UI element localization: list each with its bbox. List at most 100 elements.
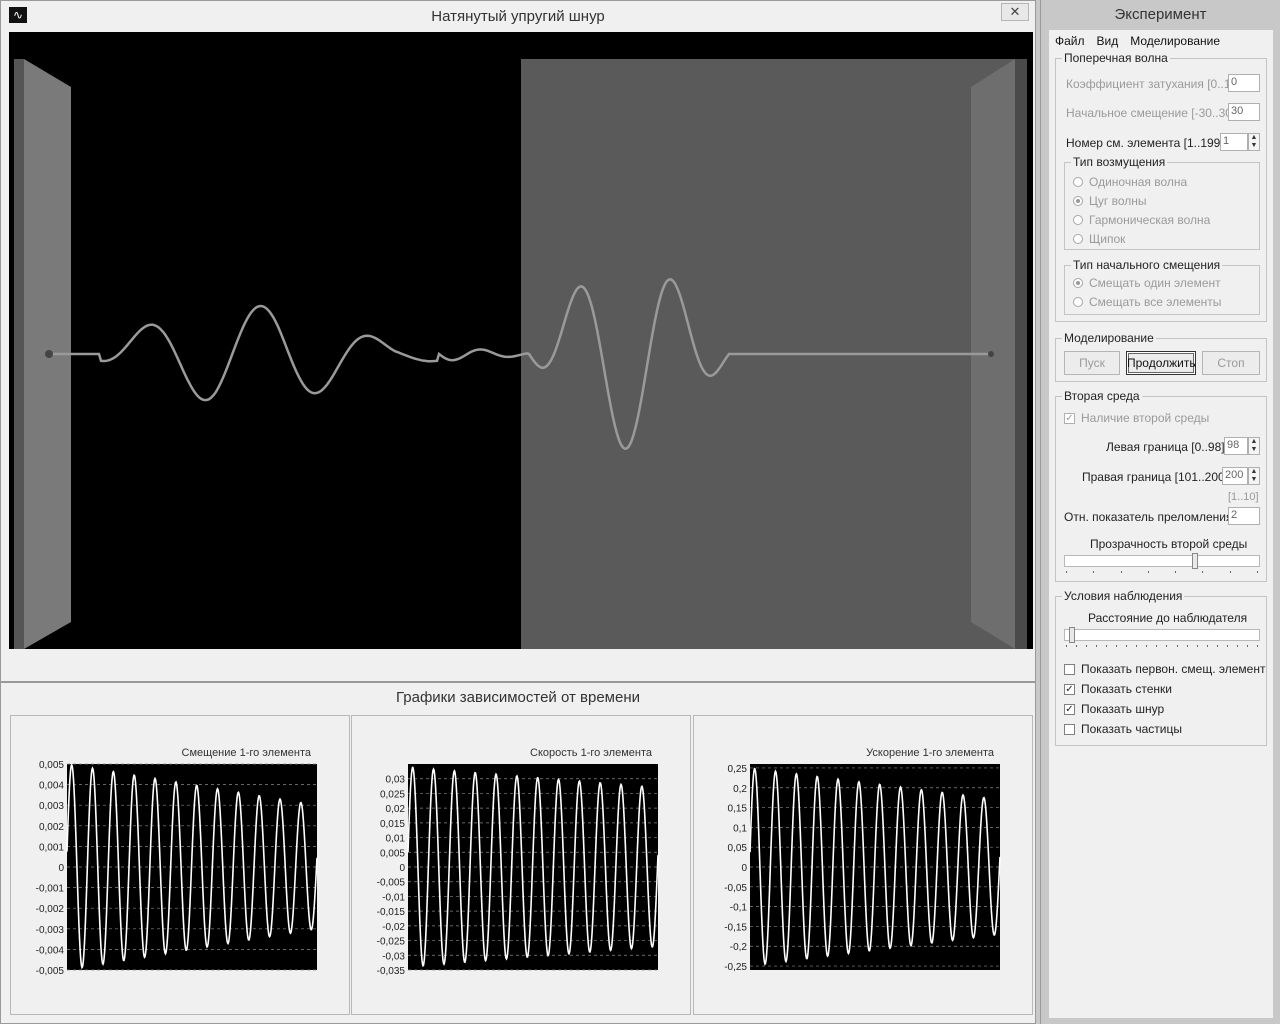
spin-down-icon[interactable]: ▼ bbox=[1249, 142, 1259, 150]
show-cord-check[interactable]: ✓ Показать шнур bbox=[1064, 702, 1164, 716]
y-tick-label: -0,2 bbox=[730, 942, 748, 953]
menu-file[interactable]: Файл bbox=[1049, 32, 1091, 52]
radio-label: Смещать один элемент bbox=[1089, 276, 1221, 290]
y-tick-label: -0,015 bbox=[377, 907, 406, 918]
radio-icon[interactable] bbox=[1073, 297, 1083, 307]
radio-shift-all[interactable]: Смещать все элементы bbox=[1073, 295, 1221, 309]
radio-label: Гармоническая волна bbox=[1089, 213, 1211, 227]
element-number-input[interactable]: 1 bbox=[1220, 133, 1248, 151]
slider-thumb-icon[interactable] bbox=[1192, 553, 1199, 569]
main-titlebar: ∿ Натянутый упругий шнур ✕ bbox=[1, 1, 1035, 31]
checkbox-checked-icon[interactable]: ✓ bbox=[1064, 683, 1075, 695]
wave-app-icon: ∿ bbox=[9, 7, 27, 23]
initial-shift-input[interactable]: 30 bbox=[1228, 103, 1260, 121]
checkbox-checked-icon[interactable]: ✓ bbox=[1064, 703, 1075, 715]
show-initial-shift-check[interactable]: Показать первон. смещ. элемент bbox=[1064, 662, 1265, 676]
stop-button[interactable]: Стоп bbox=[1202, 351, 1260, 375]
radio-icon[interactable] bbox=[1073, 177, 1083, 187]
y-tick-label: -0,15 bbox=[724, 922, 747, 933]
initial-shift-type-legend: Тип начального смещения bbox=[1071, 258, 1223, 272]
start-button[interactable]: Пуск bbox=[1064, 351, 1120, 375]
radio-shift-one[interactable]: Смещать один элемент bbox=[1073, 276, 1221, 290]
cord-scene bbox=[9, 32, 1033, 649]
radio-harmonic-wave[interactable]: Гармоническая волна bbox=[1073, 213, 1210, 227]
y-tick-label: 0,2 bbox=[733, 784, 747, 795]
distance-slider[interactable] bbox=[1064, 627, 1260, 643]
y-tick-label: 0 bbox=[399, 863, 405, 874]
y-tick-label: 0 bbox=[741, 863, 747, 874]
check-label: Показать стенки bbox=[1081, 682, 1172, 696]
disturbance-type-group: Тип возмущения Одиночная волна Цуг волны… bbox=[1064, 155, 1260, 250]
y-tick-label: 0,001 bbox=[39, 842, 64, 853]
spin-up-icon[interactable]: ▲ bbox=[1249, 438, 1259, 446]
radio-selected-icon[interactable] bbox=[1073, 278, 1083, 288]
modeling-group: Моделирование Пуск Продолжить Стоп bbox=[1055, 331, 1267, 382]
left-bound-input[interactable]: 98 bbox=[1224, 437, 1248, 455]
left-bound-spinner[interactable]: ▲ ▼ bbox=[1248, 437, 1260, 455]
y-tick-label: 0,05 bbox=[728, 843, 748, 854]
observation-legend: Условия наблюдения bbox=[1062, 589, 1185, 603]
spin-up-icon[interactable]: ▲ bbox=[1249, 134, 1259, 142]
left-wall-face bbox=[14, 59, 24, 649]
spin-down-icon[interactable]: ▼ bbox=[1249, 476, 1259, 484]
slider-thumb-icon[interactable] bbox=[1068, 627, 1075, 643]
y-tick-label: -0,03 bbox=[382, 951, 405, 962]
displacement-chart: Смещение 1-го элемента 0,005 0,004 0,003 0,0… bbox=[36, 747, 318, 977]
menu-view[interactable]: Вид bbox=[1091, 32, 1125, 52]
y-tick-label: -0,01 bbox=[382, 892, 405, 903]
radio-label: Смещать все элементы bbox=[1089, 295, 1222, 309]
continue-button[interactable]: Продолжить bbox=[1126, 351, 1196, 375]
experiment-panel: Эксперимент Файл Вид Моделирование Попер… bbox=[1040, 0, 1280, 1024]
y-tick-label: -0,05 bbox=[724, 883, 747, 894]
right-bound-spinner[interactable]: ▲ ▼ bbox=[1248, 467, 1260, 485]
second-medium-presence-check[interactable]: ✓ Наличие второй среды bbox=[1064, 411, 1209, 425]
check-label: Наличие второй среды bbox=[1081, 411, 1210, 425]
second-medium-legend: Вторая среда bbox=[1062, 389, 1142, 403]
element-number-spinner[interactable]: ▲ ▼ bbox=[1248, 133, 1260, 151]
radio-single-wave[interactable]: Одиночная волна bbox=[1073, 175, 1187, 189]
spin-up-icon[interactable]: ▲ bbox=[1249, 468, 1259, 476]
graphs-window: Графики зависимостей от времени Смещение… bbox=[0, 682, 1036, 1024]
y-tick-label: 0,1 bbox=[733, 823, 747, 834]
close-button[interactable]: ✕ bbox=[1001, 3, 1029, 21]
main-window-title: Натянутый упругий шнур bbox=[431, 7, 605, 25]
chart-title: Смещение 1-го элемента bbox=[182, 747, 312, 759]
transparency-slider[interactable] bbox=[1064, 553, 1260, 569]
y-tick-label: 0 bbox=[58, 863, 64, 874]
y-tick-label: 0,02 bbox=[386, 804, 406, 815]
menu-modeling[interactable]: Моделирование bbox=[1124, 32, 1226, 52]
y-tick-label: 0,002 bbox=[39, 822, 64, 833]
disturbance-type-legend: Тип возмущения bbox=[1071, 155, 1168, 169]
y-tick-label: 0,025 bbox=[380, 789, 405, 800]
y-tick-label: 0,003 bbox=[39, 801, 64, 812]
right-bound-input[interactable]: 200 bbox=[1222, 467, 1248, 485]
checkbox-icon[interactable] bbox=[1064, 663, 1075, 675]
check-label: Показать частицы bbox=[1081, 722, 1182, 736]
checkbox-checked-icon[interactable]: ✓ bbox=[1064, 412, 1075, 424]
damping-label: Коэффициент затухания [0..1] bbox=[1066, 77, 1234, 91]
radio-label: Щипок bbox=[1089, 232, 1126, 246]
radio-wave-train[interactable]: Цуг волны bbox=[1073, 194, 1147, 208]
y-tick-label: -0,025 bbox=[377, 937, 406, 948]
radio-pluck[interactable]: Щипок bbox=[1073, 232, 1125, 246]
refraction-input[interactable]: 2 bbox=[1228, 507, 1260, 525]
show-walls-check[interactable]: ✓ Показать стенки bbox=[1064, 682, 1172, 696]
modeling-legend: Моделирование bbox=[1062, 331, 1156, 345]
y-tick-label: -0,003 bbox=[36, 925, 65, 936]
damping-input[interactable]: 0 bbox=[1228, 74, 1260, 92]
second-medium-group: Вторая среда ✓ Наличие второй среды Левая… bbox=[1055, 389, 1267, 582]
y-tick-label: -0,1 bbox=[730, 903, 748, 914]
y-tick-label: -0,001 bbox=[36, 884, 65, 895]
y-tick-label: -0,002 bbox=[36, 904, 65, 915]
show-particles-check[interactable]: Показать частицы bbox=[1064, 722, 1182, 736]
y-tick-label: -0,035 bbox=[377, 966, 406, 977]
radio-icon[interactable] bbox=[1073, 215, 1083, 225]
checkbox-icon[interactable] bbox=[1064, 723, 1075, 735]
spin-down-icon[interactable]: ▼ bbox=[1249, 446, 1259, 454]
chart-title: Скорость 1-го элемента bbox=[530, 747, 653, 759]
radio-icon[interactable] bbox=[1073, 234, 1083, 244]
radio-selected-icon[interactable] bbox=[1073, 196, 1083, 206]
cord-scene-svg bbox=[14, 59, 1027, 649]
chart-title: Ускорение 1-го элемента bbox=[866, 747, 995, 759]
experiment-body: Файл Вид Моделирование Поперечная волна … bbox=[1049, 30, 1273, 1018]
